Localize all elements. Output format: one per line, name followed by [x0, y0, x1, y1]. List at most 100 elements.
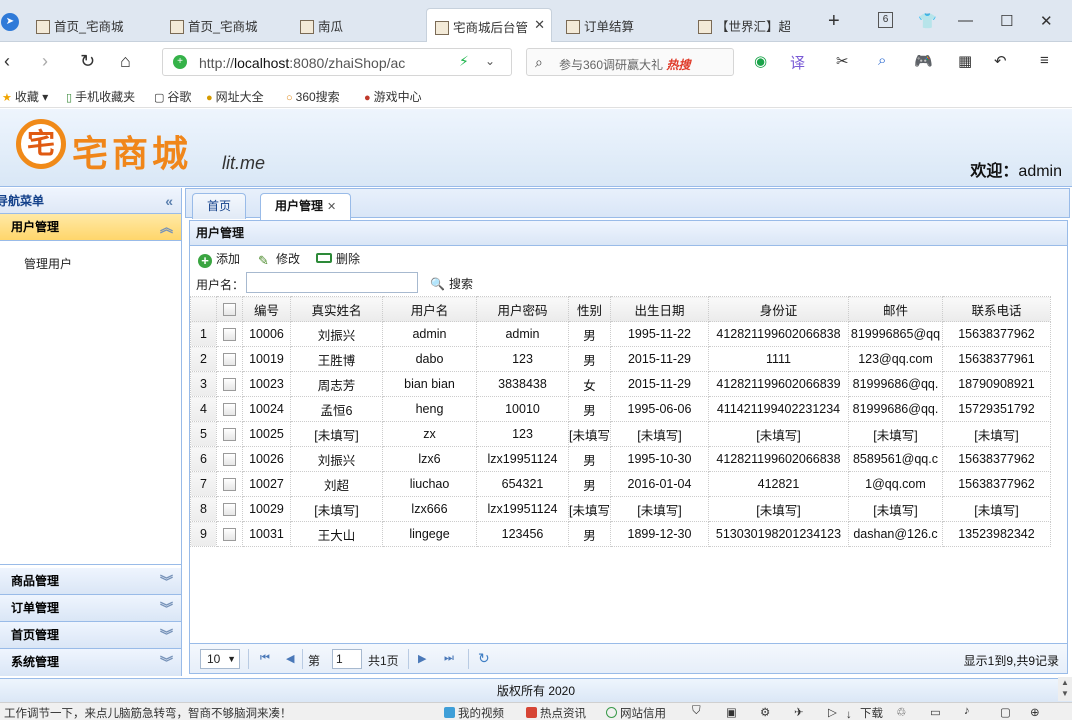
window-status-icon[interactable]: ▢ — [1000, 705, 1011, 719]
search-input[interactable]: ⌕ 参与360调研赢大礼 热搜 — [526, 48, 734, 76]
table-row[interactable]: 6 10026 刘振兴 lzx6 lzx19951124 男 1995-10-30 41282… — [190, 446, 1051, 472]
delete-button[interactable]: 删除 — [316, 250, 360, 267]
shirt-icon[interactable]: 👕 — [918, 12, 937, 30]
column-header[interactable]: 身份证 — [707, 296, 849, 322]
tab-user-management[interactable]: 用户管理 ✕ — [260, 193, 352, 220]
undo-icon[interactable]: ↶ — [994, 52, 1007, 70]
game-icon[interactable]: 🎮 — [914, 52, 933, 70]
edit-button[interactable]: ✎ 修改 — [258, 250, 300, 268]
chevron-down-icon[interactable]: ︾ — [160, 622, 173, 649]
nav-section-homepage[interactable]: 首页管理 ︾ — [0, 622, 181, 649]
maximize-icon[interactable]: ☐ — [1000, 12, 1013, 30]
browser-tab[interactable]: 【世界汇】超 — [698, 8, 790, 42]
column-header[interactable]: 出生日期 — [609, 296, 709, 322]
prev-page-icon[interactable]: ◀ — [286, 652, 294, 665]
minimize-icon[interactable]: — — [958, 12, 973, 29]
bookmark-360search[interactable]: ○ 360搜索 — [286, 88, 340, 105]
translate-icon[interactable]: 译 — [790, 52, 805, 73]
nav-section-orders[interactable]: 订单管理 ︾ — [0, 595, 181, 622]
row-checkbox[interactable] — [223, 503, 236, 517]
row-checkbox[interactable] — [223, 353, 236, 367]
table-row[interactable]: 8 10029 [未填写] lzx666 lzx19951124 [未填写 [未填写] [未填… — [190, 496, 1051, 522]
close-window-icon[interactable]: ✕ — [1040, 12, 1053, 30]
chevron-down-icon[interactable]: ︾ — [160, 649, 173, 676]
zoom-status-icon[interactable]: ⊕ — [1030, 705, 1040, 719]
news-ticker[interactable]: 工作调节一下，来点儿脑筋急转弯，智商不够脑洞来凑！ — [4, 705, 292, 720]
status-site-credit[interactable]: 网站信用 — [606, 705, 666, 720]
scissors-icon[interactable]: ✂ — [836, 52, 849, 70]
username-search-input[interactable] — [246, 272, 418, 293]
bookmark-directory[interactable]: ● 网址大全 — [206, 88, 264, 105]
browser-tab[interactable]: 南瓜 — [300, 8, 418, 42]
chevron-up-icon[interactable]: ︽ — [160, 214, 173, 241]
search-tool-icon[interactable]: ⌕ — [878, 52, 886, 69]
table-row[interactable]: 2 10019 王胜博 dabo 123 男 2015-11-29 1111 123@qq.co… — [190, 346, 1051, 372]
chevron-down-icon[interactable]: ⌄ — [485, 54, 495, 68]
shield-status-icon[interactable]: ⛉ — [692, 705, 701, 718]
scrollbar[interactable]: ▲ ▼ — [1058, 677, 1072, 701]
table-row[interactable]: 7 10027 刘超 liuchao 654321 男 2016-01-04 412821 1@… — [190, 471, 1051, 497]
shield-extension-icon[interactable]: ◉ — [754, 52, 767, 70]
row-checkbox[interactable] — [223, 428, 236, 442]
column-header[interactable]: 邮件 — [847, 296, 943, 322]
bookmark-games[interactable]: ● 游戏中心 — [364, 88, 422, 105]
row-checkbox[interactable] — [223, 453, 236, 467]
image-status-icon[interactable]: ▣ — [726, 705, 737, 719]
bookmark-mobile[interactable]: ▯ 手机收藏夹 — [66, 88, 135, 105]
sound-status-icon[interactable]: ♪ — [964, 705, 970, 717]
url-input[interactable]: + http://localhost:8080/zhaiShop/ac ⚡ ⌄ — [162, 48, 512, 76]
table-row[interactable]: 9 10031 王大山 lingege 123456 男 1899-12-30 5130301… — [190, 521, 1051, 547]
apps-grid-icon[interactable]: ▦ — [958, 52, 972, 70]
collapse-left-icon[interactable]: « — [165, 188, 173, 214]
chevron-down-icon[interactable]: ︾ — [160, 568, 173, 595]
browser-tab[interactable]: 首页_宅商城 — [170, 8, 288, 42]
tab-count-badge[interactable]: 6 — [878, 12, 893, 28]
bookmark-favorites[interactable]: ★ 收藏 ▾ — [2, 88, 48, 105]
menu-icon[interactable]: ≡ — [1040, 52, 1049, 69]
select-all-checkbox[interactable] — [223, 303, 236, 317]
add-button[interactable]: + 添加 — [198, 250, 240, 268]
column-header[interactable]: 真实姓名 — [290, 296, 383, 322]
table-row[interactable]: 5 10025 [未填写] zx 123 [未填写 [未填写] [未填写] [未填写] [未填写] — [190, 421, 1051, 447]
column-header[interactable]: 用户名 — [382, 296, 477, 322]
first-page-icon[interactable]: ⏮ — [260, 652, 270, 665]
reload-icon[interactable]: ↻ — [80, 51, 95, 72]
row-checkbox[interactable] — [223, 478, 236, 492]
settings-status-icon[interactable]: ⚙ — [760, 705, 770, 719]
column-header[interactable]: 性别 — [568, 296, 611, 322]
status-hot-news[interactable]: 热点资讯 — [526, 705, 586, 720]
table-row[interactable]: 1 10006 刘振兴 admin admin 男 1995-11-22 4128211996… — [190, 321, 1051, 347]
row-checkbox[interactable] — [223, 328, 236, 342]
column-header[interactable]: 用户密码 — [476, 296, 569, 322]
browser-tab[interactable]: 订单结算 — [566, 8, 684, 42]
chevron-down-icon[interactable]: ︾ — [160, 595, 173, 622]
table-row[interactable]: 3 10023 周志芳 bian bian 3838438 女 2015-11-29 4128… — [190, 371, 1051, 397]
browser-tab[interactable]: 首页_宅商城 — [36, 8, 164, 42]
refresh-icon[interactable]: ↻ — [478, 650, 490, 667]
column-header[interactable]: 编号 — [242, 296, 291, 322]
bookmark-google[interactable]: ▢ 谷歌 — [154, 88, 191, 105]
new-tab-icon[interactable]: + — [828, 10, 840, 33]
column-header[interactable]: 联系电话 — [941, 296, 1051, 322]
last-page-icon[interactable]: ⏭ — [444, 652, 454, 665]
page-number-input[interactable]: 1 — [332, 649, 362, 669]
plugin-status-icon[interactable]: ✈ — [794, 705, 804, 719]
search-button[interactable]: 🔍 搜索 — [430, 275, 473, 292]
home-icon[interactable]: ⌂ — [120, 51, 131, 72]
browser-logo-icon[interactable]: ➤ — [1, 13, 19, 31]
status-download[interactable]: ↓ 下载 — [846, 705, 883, 720]
speed-mode-icon[interactable]: ⚡ — [459, 53, 469, 70]
forward-icon[interactable]: › — [42, 51, 48, 72]
close-tab-icon[interactable]: ✕ — [534, 17, 545, 33]
next-page-icon[interactable]: ▶ — [418, 652, 426, 665]
nav-section-products[interactable]: 商品管理 ︾ — [0, 568, 181, 595]
row-checkbox[interactable] — [223, 403, 236, 417]
back-icon[interactable]: ‹ — [4, 51, 10, 72]
cleanup-status-icon[interactable]: ♲ — [896, 705, 906, 719]
nav-section-users[interactable]: 用户管理 ︽ — [0, 214, 181, 241]
close-tab-icon[interactable]: ✕ — [327, 201, 336, 213]
nav-section-system[interactable]: 系统管理 ︾ — [0, 649, 181, 676]
page-size-select[interactable]: 10 ▼ — [200, 649, 240, 669]
row-checkbox[interactable] — [223, 528, 236, 542]
tab-home[interactable]: 首页 — [192, 193, 247, 219]
